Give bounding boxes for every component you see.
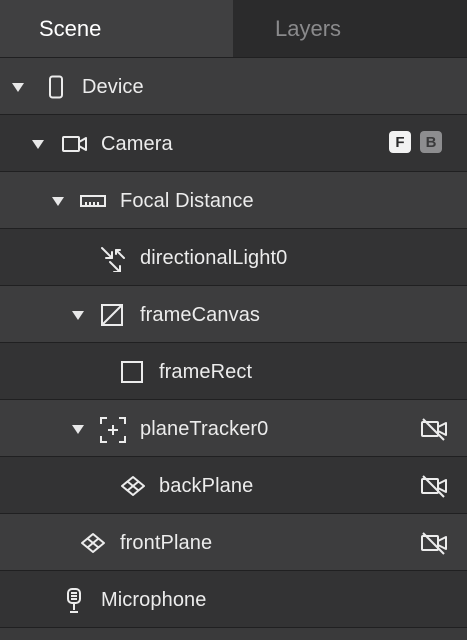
camera-off-icon[interactable] [420,417,447,441]
canvas-icon [100,303,124,327]
camera-icon [62,132,87,156]
expand-arrow[interactable] [72,425,84,434]
tree-row-label: Camera [101,133,173,155]
tree-row-label: Microphone [101,589,207,611]
plane-icon [120,474,145,498]
tree-row-label: frameRect [159,361,253,383]
tree-row-device[interactable]: Device [0,58,467,115]
tree-row-plane-tracker[interactable]: planeTracker0 [0,400,467,457]
tree-row-label: backPlane [159,475,254,497]
tree-row-frame-rect[interactable]: frameRect [0,343,467,400]
expand-arrow[interactable] [12,83,24,92]
tree-row-label: Device [82,76,144,98]
expand-arrow[interactable] [32,140,44,149]
ruler-icon [80,189,106,213]
plane-icon [80,531,105,555]
scene-panel-tabs: Scene Layers [0,0,467,57]
tree-row-label: frameCanvas [140,304,261,326]
back-camera-badge[interactable]: B [420,131,442,153]
tree-row-label: planeTracker0 [140,418,269,440]
directional-light-icon [100,246,125,272]
tree-row-label: directionalLight0 [140,247,288,269]
tree-row-label: Focal Distance [120,190,254,212]
tree-row-camera[interactable]: Camera F B [0,115,467,172]
tree-row-frame-canvas[interactable]: frameCanvas [0,286,467,343]
rectangle-icon [120,360,144,384]
plane-tracker-icon [100,417,126,443]
microphone-icon [62,588,86,613]
tab-layers[interactable]: Layers [233,0,467,57]
tab-scene[interactable]: Scene [0,0,233,57]
tree-row-focal-distance[interactable]: Focal Distance [0,172,467,229]
expand-arrow[interactable] [72,311,84,320]
tree-row-directional-light[interactable]: directionalLight0 [0,229,467,286]
tree-row-back-plane[interactable]: backPlane [0,457,467,514]
phone-icon [44,75,68,99]
front-camera-badge[interactable]: F [389,131,411,153]
scene-tree: Device Camera F B Focal Distance directi… [0,57,467,628]
tree-row-microphone[interactable]: Microphone [0,571,467,628]
tree-row-front-plane[interactable]: frontPlane [0,514,467,571]
expand-arrow[interactable] [52,197,64,206]
camera-off-icon[interactable] [420,474,447,498]
camera-off-icon[interactable] [420,531,447,555]
tree-row-label: frontPlane [120,532,213,554]
